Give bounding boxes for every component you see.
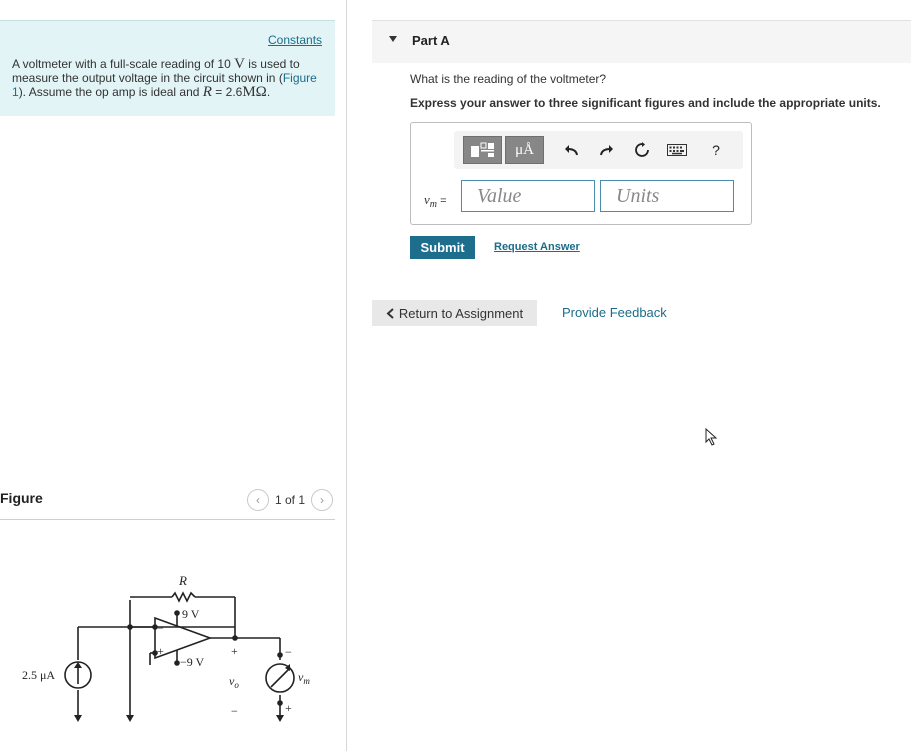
collapse-caret-icon[interactable] [389,36,397,42]
mouse-cursor-icon [705,428,718,446]
answer-panel: Part A What is the reading of the voltme… [347,0,911,751]
part-label: Part A [412,33,450,48]
request-answer-link[interactable]: Request Answer [494,241,580,253]
current-source-label: 2.5 μA [22,668,55,682]
template-group: μÅ [463,136,544,164]
problem-panel: Constants A voltmeter with a full-scale … [0,0,345,751]
math-toolbar: μÅ ? [454,131,743,169]
vo-plus-label: + [231,644,238,658]
help-button[interactable]: ? [705,140,727,160]
vm-minus-label: − [285,645,292,659]
vo-label: vo [229,674,239,690]
chevron-left-icon [386,307,394,319]
part-header[interactable]: Part A [372,20,911,63]
figure-title: Figure [0,490,43,506]
templates-icon [470,142,494,157]
reset-icon[interactable] [631,140,653,160]
provide-feedback-link[interactable]: Provide Feedback [562,305,667,320]
units-input[interactable]: Units [600,180,734,212]
answer-variable-label: vm = [424,192,447,211]
submit-button[interactable]: Submit [410,236,475,259]
constants-link[interactable]: Constants [268,33,322,47]
vm-label: vm [298,670,310,686]
keyboard-icon[interactable] [666,140,688,160]
figure-count: 1 of 1 [274,493,305,507]
resistor-label: R [178,573,187,588]
return-to-assignment-button[interactable]: Return to Assignment [372,300,537,326]
problem-text: A voltmeter with a full-scale reading of… [12,56,317,100]
opamp-plus-label: + [157,644,164,658]
redo-icon[interactable] [595,140,617,160]
figure-pager: ‹ 1 of 1 › [246,489,333,511]
instruction-text: Express your answer to three significant… [410,96,881,110]
opamp-minus-label: − [157,621,164,635]
vo-minus-label: − [231,704,238,718]
negative-supply-label: −9 V [180,655,205,669]
figure-header: Figure ‹ 1 of 1 › [0,487,335,520]
units-button[interactable]: μÅ [505,136,544,164]
problem-statement: Constants A voltmeter with a full-scale … [0,20,335,116]
templates-button[interactable] [463,136,502,164]
circuit-diagram: R 9 V −9 V 2.5 μA − + + vo − − vm + [22,573,310,722]
value-input[interactable]: Value [461,180,595,212]
next-figure-button[interactable]: › [311,489,333,511]
vm-plus-label: + [285,701,292,715]
positive-supply-label: 9 V [182,607,200,621]
undo-icon[interactable] [561,140,583,160]
prev-figure-button[interactable]: ‹ [246,489,269,511]
question-text: What is the reading of the voltmeter? [410,72,607,86]
answer-box: μÅ ? vm = Value Units [410,122,752,225]
